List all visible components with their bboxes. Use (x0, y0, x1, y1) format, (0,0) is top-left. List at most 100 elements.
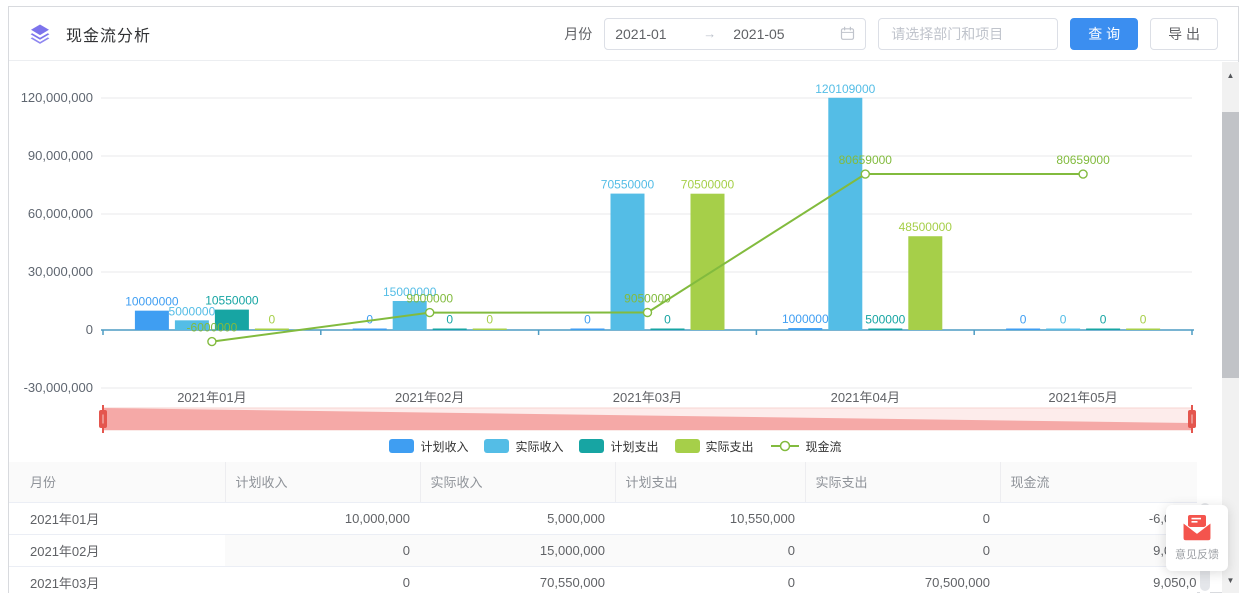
calendar-icon[interactable] (840, 26, 855, 41)
cashflow-chart[interactable]: 120,000,00090,000,00060,000,00030,000,00… (9, 62, 1222, 434)
column-header: 计划支出 (615, 462, 805, 502)
y-axis-tick-label: 0 (86, 322, 93, 337)
column-header: 实际支出 (805, 462, 1000, 502)
bar-value-label: 0 (486, 313, 493, 327)
bar-计划支出[interactable] (868, 329, 902, 331)
bar-value-label: 10550000 (205, 294, 259, 308)
feedback-label: 意见反馈 (1175, 546, 1219, 562)
bar-value-label: 0 (664, 313, 671, 327)
legend-label: 计划收入 (420, 438, 468, 455)
line-value-label: 80659000 (839, 153, 893, 167)
table-cell: 0 (225, 534, 420, 566)
bar-value-label: 0 (1020, 313, 1027, 327)
x-axis-category-label: 2021年04月 (831, 390, 900, 405)
bar-实际收入[interactable] (1046, 329, 1080, 331)
y-axis-tick-label: -30,000,000 (24, 380, 93, 395)
bar-value-label: 70500000 (681, 178, 735, 192)
legend-item-现金流[interactable]: 现金流 (770, 438, 842, 455)
bar-value-label: 120109000 (815, 82, 875, 96)
x-axis-category-label: 2021年02月 (395, 390, 464, 405)
column-header: 实际收入 (420, 462, 615, 502)
bar-value-label: 1000000 (782, 312, 829, 326)
table-cell: 9,050,000 (1000, 566, 1197, 593)
y-axis-tick-label: 60,000,000 (28, 206, 93, 221)
line-point-marker[interactable] (426, 309, 434, 317)
bar-计划收入[interactable] (571, 329, 605, 331)
table-cell: 70,550,000 (420, 566, 615, 593)
y-axis-tick-label: 30,000,000 (28, 264, 93, 279)
bar-value-label: 70550000 (601, 178, 655, 192)
brand: 现金流分析 (29, 22, 151, 46)
table-cell: 2021年01月 (9, 502, 225, 534)
bar-实际收入[interactable] (611, 194, 645, 330)
legend-label: 现金流 (806, 438, 842, 455)
scroll-down-arrow-icon[interactable]: ▼ (1222, 567, 1239, 593)
bar-value-label: 0 (1060, 313, 1067, 327)
legend-label: 实际收入 (515, 438, 563, 455)
bar-计划收入[interactable] (353, 329, 387, 331)
table-row: 2021年03月070,550,000070,500,0009,050,000 (9, 566, 1197, 593)
line-point-marker[interactable] (208, 338, 216, 346)
column-header: 计划收入 (225, 462, 420, 502)
bar-计划收入[interactable] (788, 328, 822, 330)
date-range-picker[interactable]: 2021-01 → 2021-05 (604, 18, 866, 50)
feedback-envelope-icon (1182, 515, 1212, 542)
bar-value-label: 0 (1100, 313, 1107, 327)
bar-实际支出[interactable] (473, 329, 507, 331)
page-title: 现金流分析 (66, 22, 151, 46)
bar-value-label: 0 (446, 313, 453, 327)
legend-item-计划支出[interactable]: 计划支出 (579, 438, 658, 455)
legend-item-实际支出[interactable]: 实际支出 (675, 438, 754, 455)
date-end-value[interactable]: 2021-05 (733, 26, 840, 42)
bar-实际支出[interactable] (1126, 329, 1160, 331)
export-button[interactable]: 导 出 (1150, 18, 1218, 50)
column-header: 现金流 (1000, 462, 1197, 502)
legend-label: 计划支出 (610, 438, 658, 455)
legend-swatch (675, 439, 700, 453)
bar-计划支出[interactable] (1086, 329, 1120, 331)
month-label: 月份 (564, 24, 592, 44)
dept-project-input[interactable] (878, 18, 1058, 50)
column-header: 月份 (9, 462, 225, 502)
bar-计划支出[interactable] (651, 329, 685, 331)
table-cell: 0 (615, 534, 805, 566)
line-value-label: 9050000 (624, 292, 671, 306)
table-cell: 2021年02月 (9, 534, 225, 566)
bar-实际支出[interactable] (691, 194, 725, 330)
topbar: 现金流分析 月份 2021-01 → 2021-05 查 询 导 出 (9, 7, 1238, 61)
bar-实际支出[interactable] (908, 236, 942, 330)
date-range-arrow: → (703, 26, 733, 41)
legend-item-实际收入[interactable]: 实际收入 (484, 438, 563, 455)
legend-swatch (484, 439, 509, 453)
legend-item-计划收入[interactable]: 计划收入 (389, 438, 468, 455)
query-button[interactable]: 查 询 (1070, 18, 1138, 50)
table-cell: 15,000,000 (420, 534, 615, 566)
legend-swatch (579, 439, 604, 453)
x-axis-category-label: 2021年01月 (177, 390, 246, 405)
table-row: 2021年02月015,000,000009,000,000 (9, 534, 1197, 566)
table-cell: 0 (805, 502, 1000, 534)
bar-计划收入[interactable] (1006, 329, 1040, 331)
line-point-marker[interactable] (1079, 170, 1087, 178)
table-cell: 0 (225, 566, 420, 593)
layers-icon (29, 23, 51, 45)
y-axis-tick-label: 90,000,000 (28, 148, 93, 163)
line-point-marker[interactable] (861, 170, 869, 178)
bar-value-label: 500000 (865, 313, 905, 327)
line-point-marker[interactable] (644, 309, 652, 317)
bar-计划收入[interactable] (135, 311, 169, 330)
scroll-up-arrow-icon[interactable]: ▲ (1222, 62, 1239, 88)
legend-label: 实际支出 (706, 438, 754, 455)
scrollbar-thumb[interactable] (1222, 112, 1239, 378)
bar-计划支出[interactable] (433, 329, 467, 331)
table-row: 2021年01月10,000,0005,000,00010,550,0000-6… (9, 502, 1197, 534)
bar-实际收入[interactable] (828, 98, 862, 330)
date-start-value[interactable]: 2021-01 (615, 26, 703, 42)
bar-value-label: 48500000 (899, 220, 953, 234)
bar-value-label: 0 (1140, 313, 1147, 327)
table-cell: 2021年03月 (9, 566, 225, 593)
bar-实际支出[interactable] (255, 329, 289, 331)
feedback-button[interactable]: 意见反馈 (1166, 505, 1228, 571)
x-axis-category-label: 2021年03月 (613, 390, 682, 405)
line-value-label: 9000000 (406, 292, 453, 306)
